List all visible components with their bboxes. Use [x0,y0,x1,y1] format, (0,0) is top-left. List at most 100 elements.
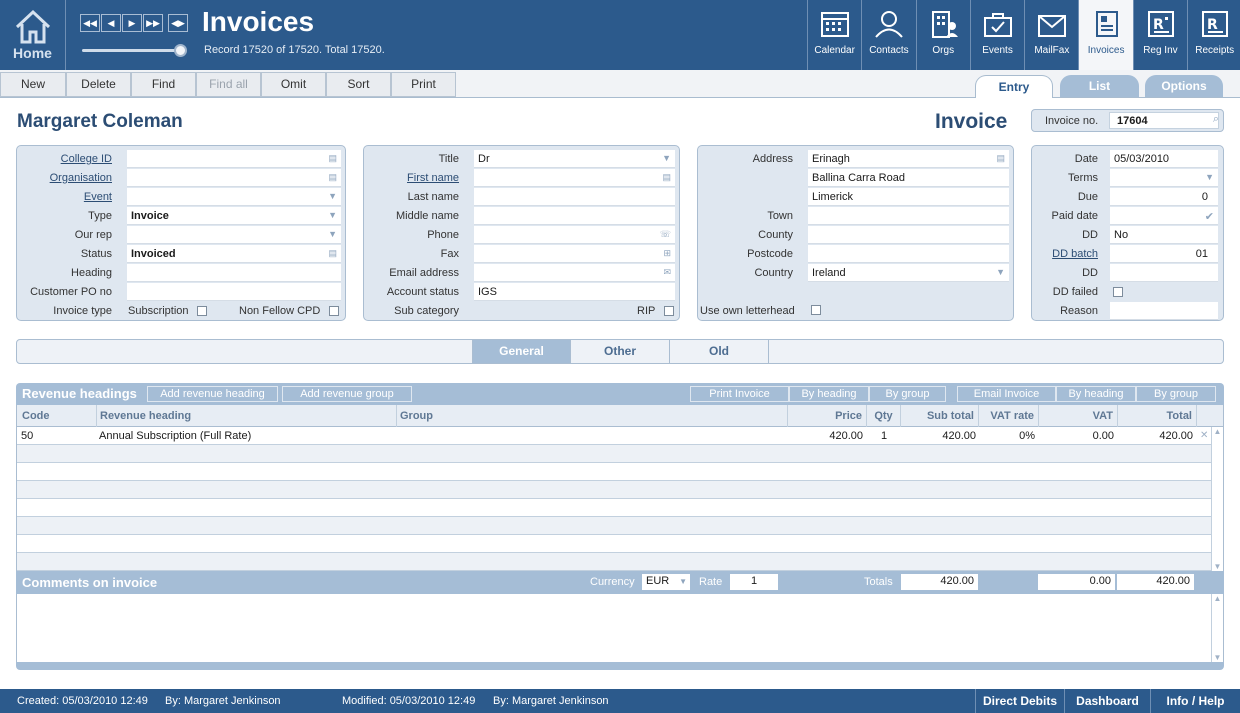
col-group[interactable]: Group [397,405,788,427]
table-row[interactable]: 50 Annual Subscription (Full Rate) 420.0… [17,427,1211,445]
rate-field[interactable]: 1 [730,574,778,590]
direct-debits-button[interactable]: Direct Debits [975,689,1064,713]
tab-old[interactable]: Old [670,340,769,363]
fax-field[interactable]: ⊞ [474,245,675,263]
county-field[interactable] [808,226,1009,244]
invoice-number-field[interactable]: 17604 [1109,112,1219,129]
table-row[interactable] [17,445,1211,463]
address-line2-field[interactable]: Ballina Carra Road [808,169,1009,187]
omit-button[interactable]: Omit [261,72,326,97]
mail-icon[interactable]: ✉ [663,267,671,278]
customer-po-field[interactable] [127,283,341,301]
event-field[interactable]: ▼ [127,188,341,206]
sort-button[interactable]: Sort [326,72,391,97]
email-field[interactable]: ✉ [474,264,675,282]
chevron-down-icon[interactable]: ▼ [662,153,671,163]
chevron-down-icon[interactable]: ▼ [679,577,687,586]
print-by-heading-button[interactable]: By heading [789,386,869,402]
non-fellow-cpd-checkbox[interactable] [329,306,339,316]
dd-batch-label[interactable]: DD batch [1052,248,1098,260]
college-id-field[interactable]: ▤ [127,150,341,168]
dd-secondary-field[interactable] [1110,264,1218,282]
print-by-group-button[interactable]: By group [869,386,946,402]
last-record-button[interactable]: ▶▶ [143,14,163,32]
table-row[interactable] [17,463,1211,481]
terms-field[interactable]: ▼ [1110,169,1218,187]
email-by-heading-button[interactable]: By heading [1056,386,1136,402]
table-row[interactable] [17,535,1211,553]
type-field[interactable]: Invoice ▼ [127,207,341,225]
phone-icon[interactable]: ☏ [660,229,671,240]
own-letterhead-checkbox[interactable] [811,305,821,315]
tab-options[interactable]: Options [1145,75,1223,97]
town-field[interactable] [808,207,1009,225]
print-button[interactable]: Print [391,72,456,97]
table-row[interactable] [17,553,1211,571]
sub-category-field[interactable] [474,302,624,320]
comments-textarea[interactable]: ▲ ▼ [16,594,1224,662]
col-vat[interactable]: VAT [1039,405,1118,427]
postcode-field[interactable] [808,245,1009,263]
add-revenue-group-button[interactable]: Add revenue group [282,386,412,402]
list-icon[interactable]: ▤ [328,248,337,259]
chevron-down-icon[interactable]: ▼ [328,191,337,201]
slider-knob[interactable] [174,44,187,57]
date-field[interactable]: 05/03/2010 [1110,150,1218,168]
print-invoice-button[interactable]: Print Invoice [690,386,789,402]
college-id-label[interactable]: College ID [61,153,112,165]
tab-list[interactable]: List [1060,75,1139,97]
subscription-checkbox[interactable] [197,306,207,316]
scroll-down-icon[interactable]: ▼ [1212,653,1223,662]
col-code[interactable]: Code [17,405,97,427]
organisation-label[interactable]: Organisation [50,172,112,184]
chevron-down-icon[interactable]: ▼ [328,210,337,220]
expand-toggle-button[interactable]: ◀▶ [168,14,188,32]
our-rep-field[interactable]: ▼ [127,226,341,244]
module-events[interactable]: Events [969,0,1024,70]
account-status-field[interactable]: IGS [474,283,675,301]
list-icon[interactable]: ▤ [996,153,1005,164]
email-by-group-button[interactable]: By group [1136,386,1216,402]
module-contacts[interactable]: Contacts [861,0,915,70]
list-icon[interactable]: ▤ [328,172,337,183]
module-mailfax[interactable]: MailFax [1024,0,1078,70]
col-sub-total[interactable]: Sub total [901,405,979,427]
email-invoice-button[interactable]: Email Invoice [957,386,1056,402]
home-button[interactable]: Home [0,0,66,70]
dd-batch-field[interactable]: 01 [1110,245,1218,263]
status-field[interactable]: Invoiced ▤ [127,245,341,263]
list-icon[interactable]: ▤ [662,172,671,183]
reason-field[interactable] [1110,302,1218,320]
col-qty[interactable]: Qty [867,405,901,427]
dd-failed-checkbox[interactable] [1113,287,1123,297]
scroll-down-icon[interactable]: ▼ [1212,562,1223,571]
paid-date-field[interactable]: ✔ [1110,207,1218,225]
comments-scrollbar[interactable]: ▲ ▼ [1211,594,1223,662]
chevron-down-icon[interactable]: ▼ [328,229,337,239]
rip-checkbox[interactable] [664,306,674,316]
list-icon[interactable]: ▤ [328,153,337,164]
previous-record-button[interactable]: ◀ [101,14,121,32]
next-record-button[interactable]: ▶ [122,14,142,32]
info-help-button[interactable]: Info / Help [1150,689,1240,713]
delete-button[interactable]: Delete [66,72,131,97]
delete-row-icon[interactable]: ✕ [1200,430,1208,441]
find-all-button[interactable]: Find all [196,72,261,97]
currency-select[interactable]: EUR ▼ [642,574,690,590]
table-row[interactable] [17,499,1211,517]
dd-field[interactable]: No [1110,226,1218,244]
first-name-field[interactable]: ▤ [474,169,675,187]
scroll-up-icon[interactable]: ▲ [1212,427,1223,436]
due-field[interactable]: 0 [1110,188,1218,206]
checkmark-icon[interactable]: ✔ [1205,210,1214,223]
address-line1-field[interactable]: Erinagh ▤ [808,150,1009,168]
dashboard-button[interactable]: Dashboard [1064,689,1150,713]
first-name-label[interactable]: First name [407,172,459,184]
new-button[interactable]: New [0,72,66,97]
record-slider[interactable] [82,44,187,57]
col-revenue-heading[interactable]: Revenue heading [97,405,397,427]
tab-entry[interactable]: Entry [975,75,1053,98]
phone-field[interactable]: ☏ [474,226,675,244]
table-row[interactable] [17,481,1211,499]
module-reg-inv[interactable]: R Reg Inv [1132,0,1187,70]
